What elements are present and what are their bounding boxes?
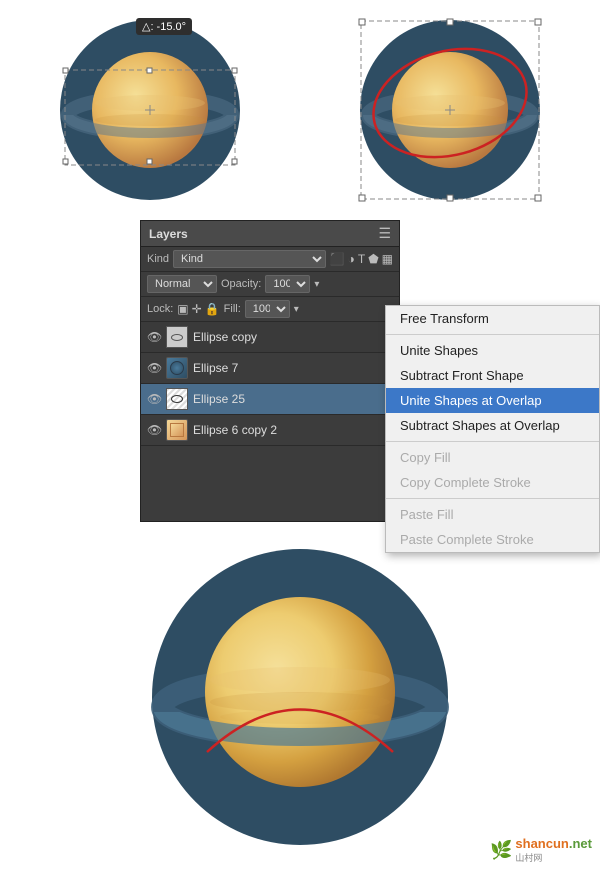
layer-name-ellipse25: Ellipse 25 xyxy=(193,392,393,406)
layer-row-ellipse7[interactable]: 👁 Ellipse 7 xyxy=(141,353,399,384)
opacity-select[interactable]: 100% xyxy=(265,275,310,293)
layer-thumb-ellipse6c2 xyxy=(166,419,188,441)
transform-badge: △: -15.0° xyxy=(136,18,192,35)
fill-select[interactable]: 100% xyxy=(245,300,290,318)
watermark-brand: shancun.net xyxy=(515,836,592,851)
layers-title-bar: Layers ☰ xyxy=(141,221,399,247)
ctx-unite-shapes-overlap[interactable]: Unite Shapes at Overlap xyxy=(386,388,599,413)
ctx-unite-shapes[interactable]: Unite Shapes xyxy=(386,338,599,363)
middle-row: Layers ☰ Kind Kind ⬛ ◑ T ⬟ ▦ Normal Opac… xyxy=(0,220,600,522)
right-planet-panel xyxy=(300,0,600,220)
right-planet-svg xyxy=(355,15,545,205)
fill-label: Fill: xyxy=(224,303,241,315)
ctx-subtract-front-shape[interactable]: Subtract Front Shape xyxy=(386,363,599,388)
lock-pixel-icon[interactable]: ▣ xyxy=(177,302,188,316)
lock-row: Lock: ▣ ✛ 🔒 Fill: 100% ▾ xyxy=(141,297,399,322)
layers-toolbar: Kind Kind ⬛ ◑ T ⬟ ▦ xyxy=(141,247,399,272)
ctx-free-transform[interactable]: Free Transform xyxy=(386,306,599,331)
watermark-leaf-icon: 🌿 xyxy=(490,840,512,861)
lock-label: Lock: xyxy=(147,303,173,315)
kind-select[interactable]: Kind xyxy=(173,250,326,268)
ctx-divider-3 xyxy=(386,498,599,499)
layer-name-ellipse7: Ellipse 7 xyxy=(193,361,393,375)
context-menu: Free Transform Unite Shapes Subtract Fro… xyxy=(385,305,600,553)
visibility-eye[interactable]: 👁 xyxy=(147,361,161,375)
kind-label: Kind xyxy=(147,253,169,265)
layers-options: Normal Opacity: 100% ▾ xyxy=(141,272,399,297)
ctx-divider-1 xyxy=(386,334,599,335)
ctx-divider-2 xyxy=(386,441,599,442)
opacity-dropdown-icon[interactable]: ▾ xyxy=(314,279,319,290)
ctx-paste-complete-stroke: Paste Complete Stroke xyxy=(386,527,599,552)
fill-dropdown-icon[interactable]: ▾ xyxy=(294,304,299,315)
blend-mode-select[interactable]: Normal xyxy=(147,275,217,293)
ctx-copy-complete-stroke: Copy Complete Stroke xyxy=(386,470,599,495)
layers-menu-icon[interactable]: ☰ xyxy=(378,225,391,242)
visibility-eye[interactable]: 👁 xyxy=(147,392,161,406)
pixel-icon[interactable]: ⬛ xyxy=(330,252,345,266)
ctx-paste-fill: Paste Fill xyxy=(386,502,599,527)
top-row: △: -15.0° xyxy=(0,0,600,220)
watermark-sub: 山村网 xyxy=(515,851,592,864)
left-planet-svg xyxy=(55,15,245,205)
bottom-planet-svg xyxy=(145,542,455,852)
layers-title: Layers xyxy=(149,227,188,241)
opacity-label: Opacity: xyxy=(221,278,261,290)
visibility-eye[interactable]: 👁 xyxy=(147,423,161,437)
lock-all-icon[interactable]: 🔒 xyxy=(205,302,220,316)
ctx-copy-fill: Copy Fill xyxy=(386,445,599,470)
layer-thumb xyxy=(166,326,188,348)
left-planet-panel: △: -15.0° xyxy=(0,0,300,220)
layer-row-ellipse-copy[interactable]: 👁 Ellipse copy xyxy=(141,322,399,353)
layer-name: Ellipse copy xyxy=(193,330,393,344)
layer-name-ellipse6c2: Ellipse 6 copy 2 xyxy=(193,423,393,437)
lock-icons: ▣ ✛ 🔒 xyxy=(177,302,219,316)
ctx-subtract-shapes-overlap[interactable]: Subtract Shapes at Overlap xyxy=(386,413,599,438)
layer-row-ellipse25[interactable]: 👁 Ellipse 25 xyxy=(141,384,399,415)
layer-thumb-ellipse7 xyxy=(166,357,188,379)
watermark: 🌿 shancun.net 山村网 xyxy=(490,836,592,864)
bottom-row: 🌿 shancun.net 山村网 xyxy=(0,522,600,872)
shape-icon[interactable]: ⬟ xyxy=(368,252,378,266)
layer-thumb-ellipse25 xyxy=(166,388,188,410)
visibility-eye[interactable]: 👁 xyxy=(147,330,161,344)
adjustment-icon[interactable]: ◑ xyxy=(348,252,355,266)
layer-row-ellipse6copy2[interactable]: 👁 Ellipse 6 copy 2 xyxy=(141,415,399,446)
lock-move-icon[interactable]: ✛ xyxy=(192,302,202,316)
smart-icon[interactable]: ▦ xyxy=(382,252,393,266)
type-icon[interactable]: T xyxy=(358,252,365,266)
toolbar-icons: ⬛ ◑ T ⬟ ▦ xyxy=(330,252,393,266)
layers-panel: Layers ☰ Kind Kind ⬛ ◑ T ⬟ ▦ Normal Opac… xyxy=(140,220,400,522)
